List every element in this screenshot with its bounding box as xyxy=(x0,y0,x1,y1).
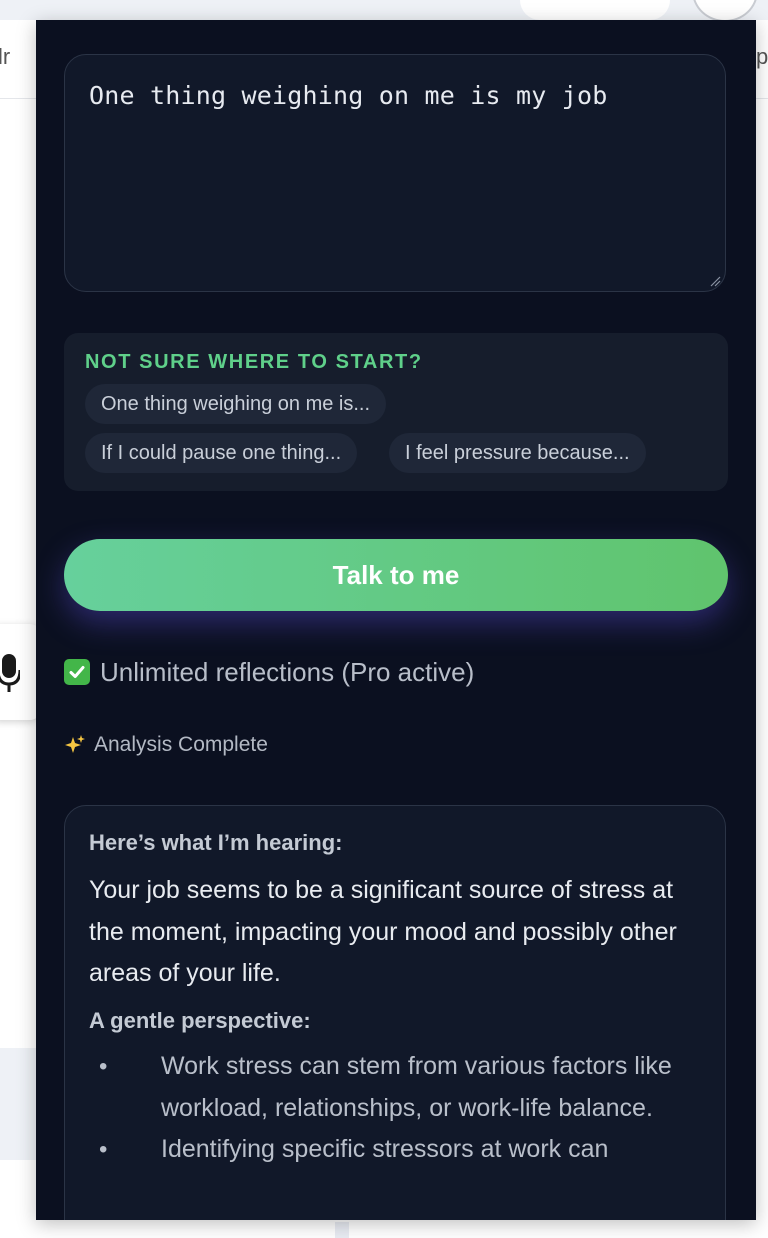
reflection-result-card: Here’s what I’m hearing: Your job seems … xyxy=(64,805,726,1220)
perspective-list: Work stress can stem from various factor… xyxy=(89,1046,709,1171)
suggestion-chip[interactable]: If I could pause one thing... xyxy=(85,433,358,473)
sparkle-icon xyxy=(65,735,85,753)
browser-address-pill xyxy=(520,0,670,20)
reflection-input-value[interactable]: One thing weighing on me is my job xyxy=(89,81,608,110)
hearing-summary: Your job seems to be a significant sourc… xyxy=(89,876,677,987)
talk-to-me-button[interactable]: Talk to me xyxy=(64,539,728,611)
pro-status-text: Unlimited reflections (Pro active) xyxy=(100,656,475,687)
page-text-fragment-right: p xyxy=(756,44,768,69)
suggestion-chip[interactable]: One thing weighing on me is... xyxy=(85,384,387,424)
microphone-icon[interactable] xyxy=(0,652,20,694)
suggestions-box: NOT SURE WHERE TO START? One thing weigh… xyxy=(64,333,728,491)
analysis-status-text: Analysis Complete xyxy=(94,733,268,756)
resize-handle-icon[interactable] xyxy=(709,275,721,287)
list-item: Work stress can stem from various factor… xyxy=(89,1046,709,1129)
reflection-panel: One thing weighing on me is my job NOT S… xyxy=(36,20,756,1220)
analysis-status: Analysis Complete xyxy=(64,733,268,757)
reflection-input[interactable]: One thing weighing on me is my job xyxy=(64,54,726,292)
pro-status: Unlimited reflections (Pro active) xyxy=(64,655,474,689)
check-icon xyxy=(64,659,90,685)
list-item: Identifying specific stressors at work c… xyxy=(89,1129,709,1171)
page-text-fragment-left: lr xyxy=(0,44,11,69)
suggestions-title: NOT SURE WHERE TO START? xyxy=(85,351,423,373)
perspective-heading: A gentle perspective: xyxy=(89,1008,311,1033)
hearing-heading: Here’s what I’m hearing: xyxy=(89,830,343,855)
suggestion-chip[interactable]: I feel pressure because... xyxy=(389,433,646,473)
page-content-block xyxy=(0,1048,40,1160)
page-content-stub xyxy=(335,1222,349,1238)
